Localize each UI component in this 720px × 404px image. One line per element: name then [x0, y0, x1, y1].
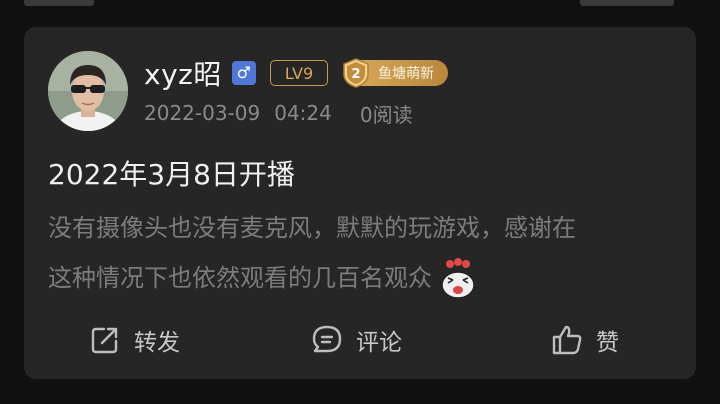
- share-button[interactable]: 转发: [88, 315, 180, 365]
- read-count: 0阅读: [359, 102, 413, 127]
- post-body-line-1: 没有摄像头也没有麦克风，默默的玩游戏，感谢在: [48, 214, 576, 242]
- post-date: 2022-03-09: [144, 101, 261, 125]
- comment-label: 评论: [356, 330, 402, 356]
- post-time: 04:24: [274, 101, 332, 125]
- post-card[interactable]: xyz昭 ♂ LV9 鱼塘萌新 2 2022-03-09 04:24 0阅读 2…: [24, 27, 696, 379]
- top-strip: [0, 0, 720, 26]
- comment-icon: [312, 325, 342, 353]
- top-fragment-right: [580, 0, 674, 6]
- like-button[interactable]: 赞: [550, 315, 619, 365]
- like-label: 赞: [596, 330, 619, 356]
- share-icon: [91, 327, 118, 354]
- name-row: xyz昭 ♂ LV9 鱼塘萌新 2: [144, 53, 449, 93]
- post-body: 没有摄像头也没有麦克风，默默的玩游戏，感谢在 这种情况下也依然观看的几百名观众: [48, 203, 678, 303]
- avatar[interactable]: [48, 51, 128, 131]
- level-badge[interactable]: LV9: [269, 60, 329, 86]
- username[interactable]: xyz昭: [144, 53, 222, 93]
- fan-badge-number: 2: [352, 67, 361, 82]
- post-body-line-2: 这种情况下也依然观看的几百名观众: [48, 253, 678, 303]
- share-label: 转发: [134, 330, 180, 356]
- crying-sticker-icon: [441, 258, 475, 299]
- post-title: 2022年3月8日开播: [48, 158, 295, 191]
- avatar-image: [48, 51, 128, 131]
- gender-male-icon: ♂: [231, 61, 256, 85]
- thumbs-up-icon: [552, 325, 582, 355]
- meta-row: 2022-03-09 04:24 0阅读: [144, 99, 413, 127]
- comment-button[interactable]: 评论: [310, 315, 402, 365]
- post-body-line-2-text: 这种情况下也依然观看的几百名观众: [48, 264, 432, 292]
- top-fragment-left: [24, 0, 94, 6]
- action-bar: 转发 评论 赞: [24, 315, 696, 365]
- fan-badge-shield-icon: 2: [343, 58, 369, 88]
- fan-badge[interactable]: 鱼塘萌新 2: [343, 58, 449, 88]
